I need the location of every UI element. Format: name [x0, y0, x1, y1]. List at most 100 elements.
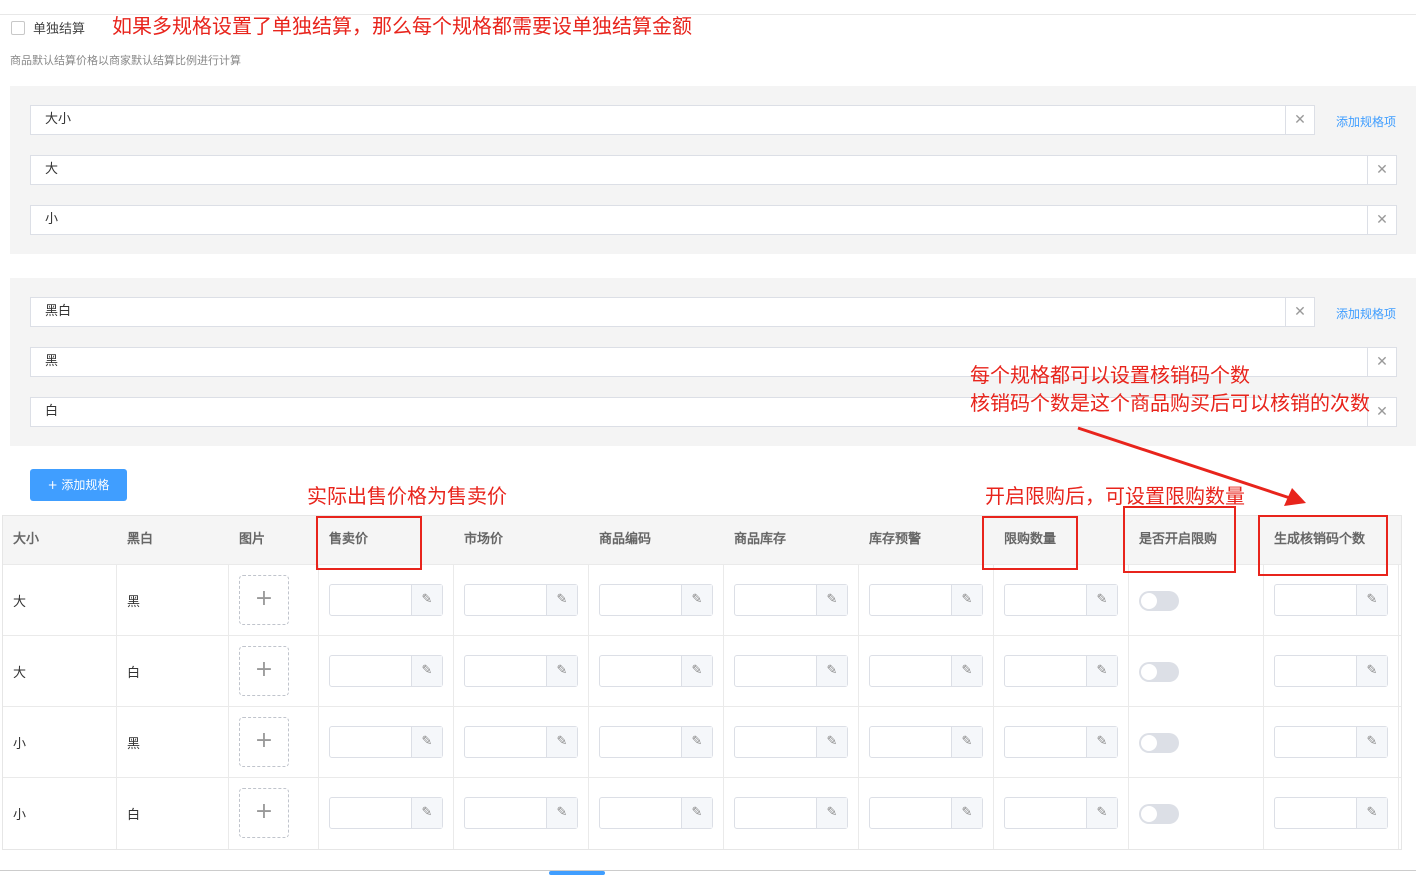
market-price-input[interactable]: ✎: [464, 655, 578, 687]
spec-name-input[interactable]: 黑白: [30, 297, 1286, 327]
pencil-icon: ✎: [411, 585, 442, 615]
pencil-icon: ✎: [411, 656, 442, 686]
verify-code-count-input[interactable]: ✎: [1274, 797, 1388, 829]
table-row: 大 黑 + ✎ ✎ ✎ ✎ ✎ ✎ ✎: [3, 564, 1401, 636]
settlement-annotation: 如果多规格设置了单独结算，那么每个规格都需要设单独结算金额: [112, 14, 692, 38]
verify-annotation-line2: 核销码个数是这个商品购买后可以核销的次数: [970, 391, 1370, 415]
spec-value-input[interactable]: 大: [30, 155, 1368, 185]
color-value: 白: [127, 666, 141, 681]
plus-icon[interactable]: +: [239, 646, 289, 696]
settlement-checkbox-label: 单独结算: [33, 22, 86, 37]
color-value: 白: [127, 808, 141, 823]
table-row: 小 黑 + ✎ ✎ ✎ ✎ ✎ ✎ ✎: [3, 706, 1401, 778]
stock-warning-input[interactable]: ✎: [869, 797, 983, 829]
market-price-input[interactable]: ✎: [464, 584, 578, 616]
pencil-icon: ✎: [816, 798, 847, 828]
column-header: 商品编码: [599, 532, 652, 547]
pencil-icon: ✎: [681, 656, 712, 686]
stock-input[interactable]: ✎: [734, 797, 848, 829]
limit-quantity-input[interactable]: ✎: [1004, 726, 1118, 758]
pencil-icon: ✎: [816, 727, 847, 757]
pencil-icon: ✎: [1356, 727, 1387, 757]
table-row: 小 白 + ✎ ✎ ✎ ✎ ✎ ✎ ✎: [3, 777, 1401, 849]
pencil-icon: ✎: [1086, 585, 1117, 615]
column-header: 大小: [13, 532, 40, 547]
limit-quantity-highlight: [982, 516, 1078, 570]
add-spec-button[interactable]: + 添加规格: [30, 469, 127, 501]
pencil-icon: ✎: [951, 585, 982, 615]
pencil-icon: ✎: [1086, 656, 1117, 686]
pencil-icon: ✎: [1356, 656, 1387, 686]
pencil-icon: ✎: [1086, 798, 1117, 828]
sale-price-input[interactable]: ✎: [329, 584, 443, 616]
market-price-input[interactable]: ✎: [464, 797, 578, 829]
verify-code-highlight: [1258, 515, 1388, 576]
close-icon[interactable]: ✕: [1367, 155, 1397, 185]
add-spec-item-link[interactable]: 添加规格项: [1336, 113, 1396, 130]
price-annotation: 实际出售价格为售卖价: [307, 484, 507, 508]
stock-warning-input[interactable]: ✎: [869, 655, 983, 687]
size-value: 大: [13, 666, 27, 681]
column-header: 图片: [239, 532, 266, 547]
limit-toggle[interactable]: [1139, 733, 1179, 753]
product-code-input[interactable]: ✎: [599, 797, 713, 829]
pencil-icon: ✎: [681, 727, 712, 757]
column-header: 黑白: [127, 532, 154, 547]
spec-value-input[interactable]: 小: [30, 205, 1368, 235]
pencil-icon: ✎: [951, 727, 982, 757]
plus-icon[interactable]: +: [239, 788, 289, 838]
sale-price-input[interactable]: ✎: [329, 726, 443, 758]
scroll-indicator: [549, 871, 605, 875]
sale-price-input[interactable]: ✎: [329, 797, 443, 829]
size-value: 小: [13, 737, 27, 752]
color-value: 黑: [127, 595, 141, 610]
market-price-input[interactable]: ✎: [464, 726, 578, 758]
size-value: 小: [13, 808, 27, 823]
plus-icon[interactable]: +: [239, 575, 289, 625]
verify-annotation-line1: 每个规格都可以设置核销码个数: [970, 363, 1250, 387]
sale-price-input[interactable]: ✎: [329, 655, 443, 687]
column-header: 市场价: [464, 532, 504, 547]
product-code-input[interactable]: ✎: [599, 726, 713, 758]
limit-quantity-input[interactable]: ✎: [1004, 797, 1118, 829]
close-icon[interactable]: ✕: [1367, 205, 1397, 235]
verify-code-count-input[interactable]: ✎: [1274, 726, 1388, 758]
product-code-input[interactable]: ✎: [599, 584, 713, 616]
add-spec-item-link[interactable]: 添加规格项: [1336, 305, 1396, 322]
size-value: 大: [13, 595, 27, 610]
spec-name-input[interactable]: 大小: [30, 105, 1286, 135]
stock-warning-input[interactable]: ✎: [869, 726, 983, 758]
stock-warning-input[interactable]: ✎: [869, 584, 983, 616]
settlement-checkbox[interactable]: [11, 21, 25, 35]
stock-input[interactable]: ✎: [734, 584, 848, 616]
column-header: 库存预警: [869, 532, 922, 547]
verify-code-count-input[interactable]: ✎: [1274, 584, 1388, 616]
spec-group-size: 大小 ✕ 添加规格项 大 ✕ 小 ✕: [10, 86, 1416, 254]
stock-input[interactable]: ✎: [734, 655, 848, 687]
plus-icon[interactable]: +: [239, 717, 289, 767]
sale-price-highlight: [316, 516, 422, 570]
pencil-icon: ✎: [546, 585, 577, 615]
verify-code-count-input[interactable]: ✎: [1274, 655, 1388, 687]
stock-input[interactable]: ✎: [734, 726, 848, 758]
close-icon[interactable]: ✕: [1285, 297, 1315, 327]
pencil-icon: ✎: [951, 656, 982, 686]
bottom-divider: [0, 870, 1416, 871]
pencil-icon: ✎: [546, 727, 577, 757]
settlement-hint: 商品默认结算价格以商家默认结算比例进行计算: [10, 54, 241, 67]
close-icon[interactable]: ✕: [1367, 397, 1397, 427]
pencil-icon: ✎: [1086, 727, 1117, 757]
limit-quantity-input[interactable]: ✎: [1004, 584, 1118, 616]
limit-toggle[interactable]: [1139, 662, 1179, 682]
pencil-icon: ✎: [1356, 585, 1387, 615]
pencil-icon: ✎: [411, 798, 442, 828]
product-code-input[interactable]: ✎: [599, 655, 713, 687]
column-header: 商品库存: [734, 532, 787, 547]
close-icon[interactable]: ✕: [1367, 347, 1397, 377]
limit-toggle[interactable]: [1139, 591, 1179, 611]
pencil-icon: ✎: [546, 798, 577, 828]
close-icon[interactable]: ✕: [1285, 105, 1315, 135]
pencil-icon: ✎: [951, 798, 982, 828]
limit-toggle[interactable]: [1139, 804, 1179, 824]
limit-quantity-input[interactable]: ✎: [1004, 655, 1118, 687]
